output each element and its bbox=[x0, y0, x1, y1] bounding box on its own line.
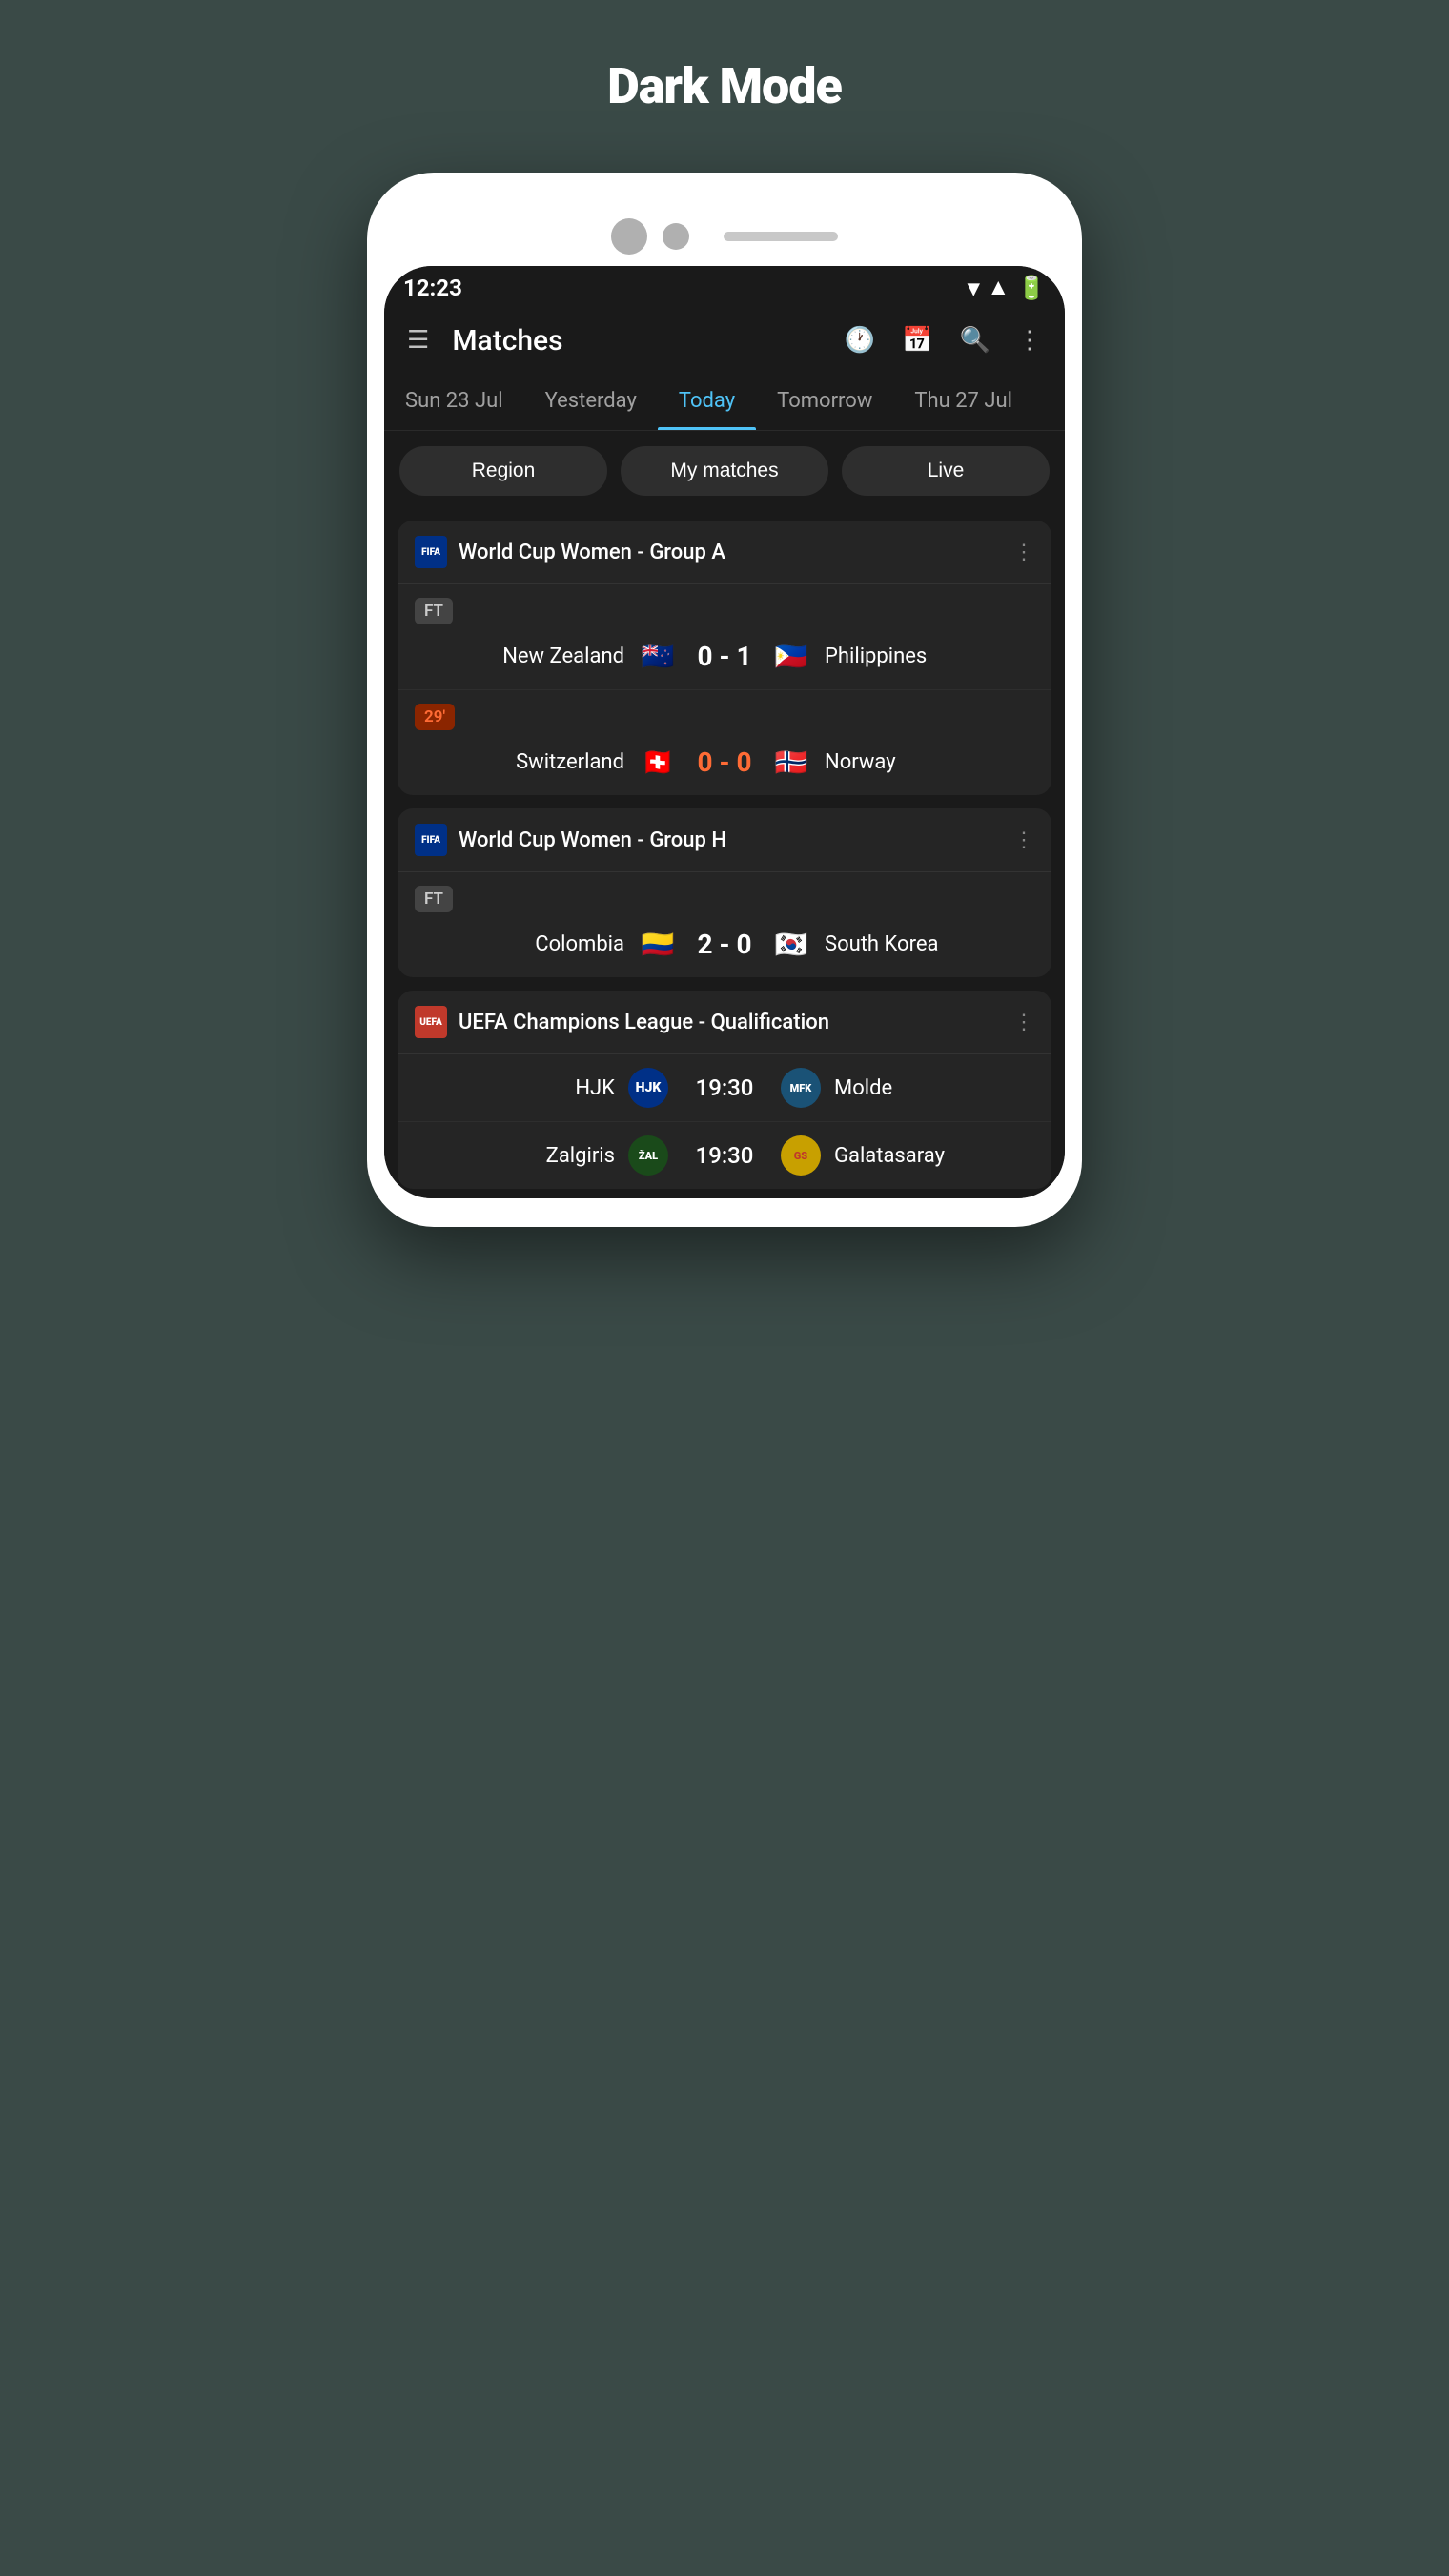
home-club-icon-zalgiris: ŽAL bbox=[628, 1135, 668, 1176]
speaker bbox=[724, 232, 838, 241]
my-matches-filter-button[interactable]: My matches bbox=[621, 446, 828, 496]
group-header-world-cup-h: FIFA World Cup Women - Group H ⋮ bbox=[398, 808, 1051, 872]
match-score: 0 - 0 bbox=[691, 746, 758, 778]
more-icon[interactable]: ⋮ bbox=[1013, 322, 1046, 358]
away-team-name: Philippines bbox=[825, 644, 977, 668]
group-title-a: World Cup Women - Group A bbox=[459, 541, 1002, 564]
group-header-champions-league: UEFA UEFA Champions League - Qualificati… bbox=[398, 991, 1051, 1054]
away-team-name: South Korea bbox=[825, 932, 977, 956]
group-more-icon-h[interactable]: ⋮ bbox=[1013, 828, 1034, 852]
tab-today[interactable]: Today bbox=[658, 372, 756, 430]
app-bar-title: Matches bbox=[452, 324, 822, 358]
camera-small bbox=[663, 223, 689, 250]
table-row[interactable]: 29' Switzerland 🇨🇭 0 - 0 🇳🇴 Norway bbox=[398, 690, 1051, 795]
teams-row: Colombia 🇨🇴 2 - 0 🇰🇷 South Korea bbox=[415, 924, 1034, 964]
group-more-icon-cl[interactable]: ⋮ bbox=[1013, 1011, 1034, 1034]
date-tabs: Sun 23 Jul Yesterday Today Tomorrow Thu … bbox=[384, 372, 1065, 431]
home-flag: 🇨🇴 bbox=[638, 924, 678, 964]
match-group-champions-league: UEFA UEFA Champions League - Qualificati… bbox=[398, 991, 1051, 1189]
match-time: 19:30 bbox=[682, 1074, 767, 1101]
group-title-h: World Cup Women - Group H bbox=[459, 828, 1002, 852]
menu-icon[interactable]: ☰ bbox=[403, 322, 433, 358]
live-filter-button[interactable]: Live bbox=[842, 446, 1050, 496]
tab-yesterday[interactable]: Yesterday bbox=[524, 372, 658, 430]
phone-camera-area bbox=[384, 201, 1065, 266]
group-title-cl: UEFA Champions League - Qualification bbox=[459, 1011, 1002, 1034]
camera-lens bbox=[611, 218, 647, 255]
region-filter-button[interactable]: Region bbox=[399, 446, 607, 496]
status-time: 12:23 bbox=[403, 275, 462, 301]
home-team-name: Colombia bbox=[472, 932, 624, 956]
away-team-name: Galatasaray bbox=[834, 1144, 987, 1168]
calendar-icon[interactable]: 📅 bbox=[898, 322, 936, 358]
away-flag: 🇵🇭 bbox=[771, 636, 811, 676]
fifa-league-icon-h: FIFA bbox=[415, 824, 447, 856]
match-score: 0 - 1 bbox=[691, 641, 758, 672]
group-more-icon-a[interactable]: ⋮ bbox=[1013, 541, 1034, 564]
home-team-name: Zalgiris bbox=[462, 1144, 615, 1168]
group-header-world-cup-a: FIFA World Cup Women - Group A ⋮ bbox=[398, 521, 1051, 584]
status-badge: FT bbox=[415, 886, 453, 912]
status-badge: FT bbox=[415, 598, 453, 624]
page-title: Dark Mode bbox=[607, 57, 842, 115]
table-row[interactable]: FT Colombia 🇨🇴 2 - 0 🇰🇷 South Korea bbox=[398, 872, 1051, 977]
tab-thu27jul[interactable]: Thu 27 Jul bbox=[893, 372, 1033, 430]
tab-tomorrow[interactable]: Tomorrow bbox=[756, 372, 893, 430]
table-row[interactable]: FT New Zealand 🇳🇿 0 - 1 🇵🇭 Philippines bbox=[398, 584, 1051, 690]
match-score: 2 - 0 bbox=[691, 929, 758, 960]
phone-frame: 12:23 ▾ ▲ 🔋 ☰ Matches 🕐 📅 🔍 ⋮ Sun 23 Jul… bbox=[367, 173, 1082, 1227]
matches-container: FIFA World Cup Women - Group A ⋮ FT New … bbox=[384, 511, 1065, 1198]
away-team-name: Norway bbox=[825, 750, 977, 774]
search-icon[interactable]: 🔍 bbox=[956, 322, 994, 358]
wifi-icon: ▾ bbox=[968, 275, 979, 301]
away-flag: 🇰🇷 bbox=[771, 924, 811, 964]
match-time: 19:30 bbox=[682, 1142, 767, 1169]
fifa-league-icon: FIFA bbox=[415, 536, 447, 568]
home-team-name: New Zealand bbox=[472, 644, 624, 668]
uefa-league-icon: UEFA bbox=[415, 1006, 447, 1038]
home-team-name: HJK bbox=[462, 1076, 615, 1100]
home-club-icon: HJK bbox=[628, 1068, 668, 1108]
status-bar: 12:23 ▾ ▲ 🔋 bbox=[384, 266, 1065, 309]
signal-icon: ▲ bbox=[987, 274, 1010, 301]
teams-row: Switzerland 🇨🇭 0 - 0 🇳🇴 Norway bbox=[415, 742, 1034, 782]
teams-row: Zalgiris ŽAL 19:30 GS Galatasaray bbox=[415, 1135, 1034, 1176]
home-team-name: Switzerland bbox=[472, 750, 624, 774]
match-group-world-cup-a: FIFA World Cup Women - Group A ⋮ FT New … bbox=[398, 521, 1051, 795]
home-flag: 🇨🇭 bbox=[638, 742, 678, 782]
filter-row: Region My matches Live bbox=[384, 431, 1065, 511]
away-flag: 🇳🇴 bbox=[771, 742, 811, 782]
phone-screen: 12:23 ▾ ▲ 🔋 ☰ Matches 🕐 📅 🔍 ⋮ Sun 23 Jul… bbox=[384, 266, 1065, 1198]
status-icons: ▾ ▲ 🔋 bbox=[968, 274, 1046, 301]
table-row[interactable]: HJK HJK 19:30 MFK Molde bbox=[398, 1054, 1051, 1122]
match-group-world-cup-h: FIFA World Cup Women - Group H ⋮ FT Colo… bbox=[398, 808, 1051, 977]
away-club-icon-galatasaray: GS bbox=[781, 1135, 821, 1176]
home-flag: 🇳🇿 bbox=[638, 636, 678, 676]
table-row[interactable]: Zalgiris ŽAL 19:30 GS Galatasaray bbox=[398, 1122, 1051, 1189]
status-badge: 29' bbox=[415, 704, 455, 730]
app-bar: ☰ Matches 🕐 📅 🔍 ⋮ bbox=[384, 309, 1065, 372]
away-club-icon: MFK bbox=[781, 1068, 821, 1108]
teams-row: New Zealand 🇳🇿 0 - 1 🇵🇭 Philippines bbox=[415, 636, 1034, 676]
teams-row: HJK HJK 19:30 MFK Molde bbox=[415, 1068, 1034, 1108]
battery-icon: 🔋 bbox=[1017, 275, 1046, 301]
tab-sun23jul[interactable]: Sun 23 Jul bbox=[384, 372, 524, 430]
away-team-name: Molde bbox=[834, 1076, 987, 1100]
history-icon[interactable]: 🕐 bbox=[841, 322, 879, 358]
